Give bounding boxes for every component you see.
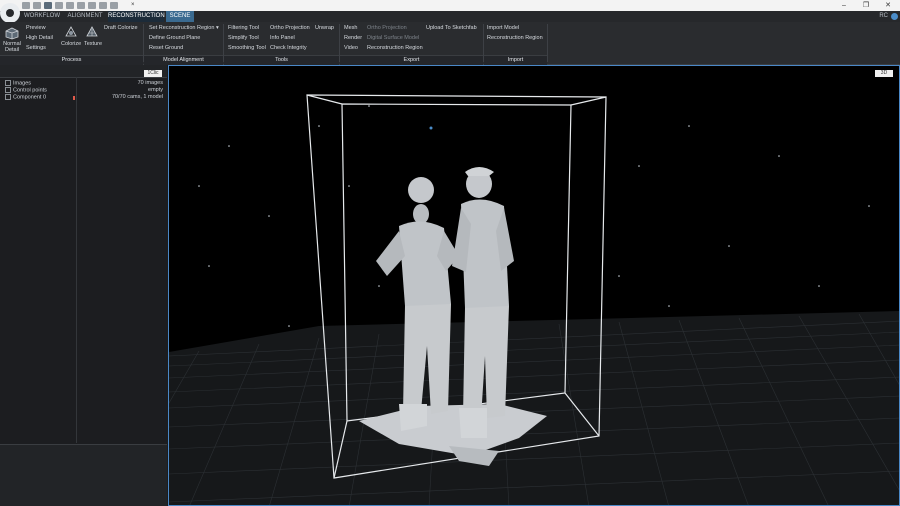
export-dsm-button[interactable]: Digital Surface Model bbox=[367, 35, 419, 42]
expand-icon[interactable] bbox=[5, 80, 11, 86]
process-group-label: Process bbox=[0, 55, 143, 65]
colorize-icon bbox=[65, 26, 77, 37]
filtering-tool-button[interactable]: Filtering Tool bbox=[228, 25, 259, 32]
layout-icon[interactable] bbox=[44, 2, 52, 9]
layout-icon[interactable] bbox=[110, 2, 118, 9]
user-initials[interactable]: RC bbox=[879, 11, 888, 22]
app-window: × – ❐ ✕ WORKFLOW ALIGNMENT RECONSTRUCTIO… bbox=[0, 0, 900, 506]
info-panel-button[interactable]: Info Panel bbox=[270, 35, 295, 42]
project-tree bbox=[0, 77, 167, 445]
export-reconstruction-region-button[interactable]: Reconstruction Region bbox=[367, 45, 423, 52]
export-ortho-projection-button[interactable]: Ortho Projection bbox=[367, 25, 407, 32]
title-bar: × – ❐ ✕ bbox=[0, 0, 900, 11]
tree-item-label: Component 0 bbox=[13, 94, 47, 101]
layout-icon[interactable] bbox=[66, 2, 74, 9]
export-group-label: Export bbox=[340, 55, 483, 65]
panel-mode-button[interactable]: 1Clic bbox=[144, 70, 162, 77]
view-mode-button[interactable]: 3D bbox=[875, 70, 893, 77]
tree-item-value: empty bbox=[148, 87, 163, 93]
texture-icon bbox=[86, 26, 98, 37]
ribbon-separator bbox=[547, 24, 548, 62]
smoothing-tool-button[interactable]: Smoothing Tool bbox=[228, 45, 266, 52]
check-integrity-button[interactable]: Check Integrity bbox=[270, 45, 307, 52]
draft-colorize-button[interactable]: Draft Colorize bbox=[104, 25, 138, 32]
expand-icon[interactable] bbox=[5, 94, 11, 100]
project-panel bbox=[0, 65, 167, 506]
floor-grid bbox=[169, 311, 899, 505]
tab-scene[interactable]: SCENE bbox=[166, 11, 194, 22]
high-detail-button[interactable]: High Detail bbox=[26, 35, 53, 42]
maximize-button[interactable]: ❐ bbox=[855, 0, 877, 11]
tree-item-component[interactable]: Component 0 bbox=[5, 94, 46, 101]
reset-ground-button[interactable]: Reset Ground bbox=[149, 45, 183, 52]
scene-canvas[interactable] bbox=[169, 66, 900, 506]
set-reconstruction-region-button[interactable]: Set Reconstruction Region ▾ bbox=[149, 25, 219, 32]
export-mesh-button[interactable]: Mesh bbox=[344, 25, 357, 32]
tab-workflow[interactable]: WORKFLOW bbox=[24, 11, 60, 22]
cube-icon bbox=[5, 27, 19, 40]
column-divider[interactable] bbox=[76, 77, 77, 443]
3d-viewport[interactable]: 3D bbox=[168, 65, 900, 506]
settings-button[interactable]: Settings bbox=[26, 45, 46, 52]
tree-item-value: 70/70 cams, 1 model bbox=[111, 94, 163, 100]
simplify-tool-button[interactable]: Simplify Tool bbox=[228, 35, 259, 42]
layout-icon[interactable] bbox=[77, 2, 85, 9]
export-render-button[interactable]: Render bbox=[344, 35, 362, 42]
layout-icon[interactable] bbox=[88, 2, 96, 9]
quick-access-icon[interactable] bbox=[33, 2, 41, 9]
preview-button[interactable]: Preview bbox=[26, 25, 46, 32]
layout-icon[interactable] bbox=[55, 2, 63, 9]
texture-button[interactable]: Texture bbox=[84, 41, 102, 48]
tree-item-label: Images bbox=[13, 80, 32, 87]
import-model-button[interactable]: Import Model bbox=[487, 25, 519, 32]
upload-sketchfab-button[interactable]: Upload To Sketchfab bbox=[426, 25, 477, 32]
colorize-button[interactable]: Colorize bbox=[61, 41, 81, 48]
app-logo-icon[interactable] bbox=[0, 3, 20, 23]
import-group-label: Import bbox=[484, 55, 547, 65]
ortho-projection-tool-button[interactable]: Ortho Projection bbox=[270, 25, 310, 32]
quick-access-icon[interactable] bbox=[22, 2, 30, 9]
component-color-marker bbox=[73, 96, 75, 100]
tab-reconstruction[interactable]: RECONSTRUCTION bbox=[108, 11, 165, 22]
minimize-button[interactable]: – bbox=[833, 0, 855, 11]
unwrap-button[interactable]: Unwrap bbox=[315, 25, 334, 32]
import-reconstruction-region-button[interactable]: Reconstruction Region bbox=[487, 35, 543, 42]
tab-alignment[interactable]: ALIGNMENT bbox=[66, 11, 104, 22]
tree-item-label: Control points bbox=[13, 87, 47, 94]
define-ground-plane-button[interactable]: Define Ground Plane bbox=[149, 35, 200, 42]
help-icon[interactable] bbox=[891, 13, 898, 20]
tools-group-label: Tools bbox=[224, 55, 339, 65]
model-alignment-group-label: Model Alignment bbox=[144, 55, 223, 65]
close-button[interactable]: ✕ bbox=[877, 0, 899, 11]
layout-icon[interactable] bbox=[99, 2, 107, 9]
tree-item-value: 70 images bbox=[137, 80, 163, 86]
title-close-glyph: × bbox=[131, 2, 135, 8]
export-video-button[interactable]: Video bbox=[344, 45, 358, 52]
normal-detail-button[interactable]: Normal Detail bbox=[3, 41, 21, 53]
expand-icon[interactable] bbox=[5, 87, 11, 93]
